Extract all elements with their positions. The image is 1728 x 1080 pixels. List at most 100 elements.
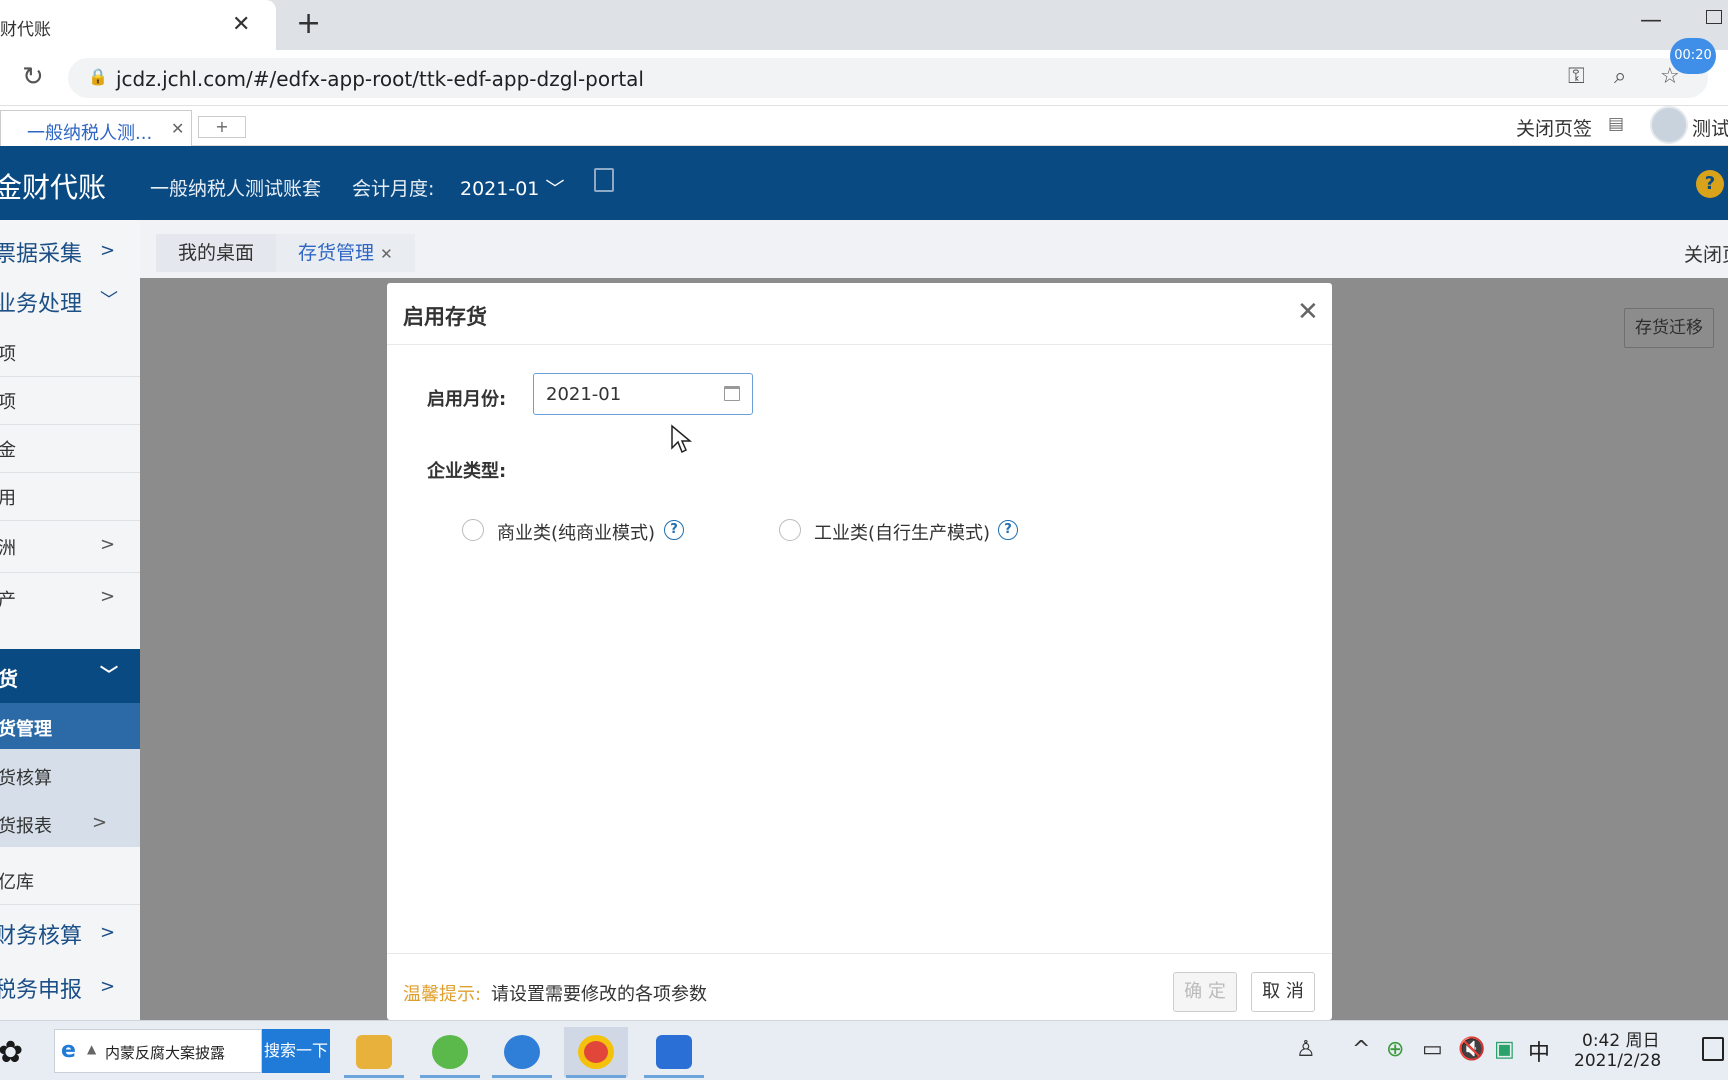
sidebar-item-label: 业务处理: [0, 292, 83, 317]
minimize-icon[interactable]: —: [1640, 8, 1662, 33]
search-button[interactable]: 搜索一下: [262, 1029, 330, 1073]
taskbar-messenger[interactable]: [490, 1027, 554, 1078]
clock-date[interactable]: 2021/2/28: [1574, 1051, 1661, 1071]
content-tabs-bar: 我的桌面 存货管理 ✕ 关闭页: [140, 220, 1728, 278]
taskbar-explorer[interactable]: [342, 1027, 406, 1078]
tip-text: 请设置需要修改的各项参数: [491, 984, 707, 1005]
sidebar-subitem-inventory-reports[interactable]: 货报表 >: [0, 800, 140, 846]
close-tabs-button[interactable]: 关闭页签: [1516, 114, 1592, 141]
sidebar-item-finance[interactable]: 财务核算 >: [0, 910, 140, 958]
avatar[interactable]: [1650, 106, 1688, 144]
mute-icon[interactable]: 🔇: [1458, 1037, 1485, 1062]
sidebar-subitem[interactable]: 用: [0, 472, 140, 520]
period-value: 2021-01: [460, 178, 540, 200]
taskbar: ✿ e ▲ 内蒙反腐大案披露 搜索一下 ♙ ^ ⊕ ▭ 🔇 ▣ 中 0:42 周…: [0, 1020, 1728, 1080]
taskbar-ie[interactable]: [418, 1027, 482, 1078]
sidebar-item-tax[interactable]: 税务申报 >: [0, 964, 140, 1012]
sidebar-item-business[interactable]: 业务处理 ﹀: [0, 282, 140, 324]
wps-icon: [656, 1035, 692, 1069]
calendar-icon[interactable]: [724, 386, 740, 401]
ime-indicator[interactable]: 中: [1528, 1035, 1550, 1067]
sidebar-item-label: 货管理: [0, 719, 52, 740]
document-icon[interactable]: [594, 168, 614, 192]
close-icon[interactable]: ✕: [171, 119, 184, 138]
sidebar-item-label: 货: [0, 667, 18, 691]
close-icon[interactable]: ✕: [380, 245, 393, 263]
sidebar-item-label: 洲: [0, 538, 16, 559]
security-icon[interactable]: ⊕: [1386, 1037, 1404, 1062]
briefcase-icon[interactable]: ▤: [1608, 114, 1624, 134]
industrial-radio[interactable]: [779, 519, 801, 541]
sidebar-subitem[interactable]: 洲 >: [0, 520, 140, 572]
close-page-button[interactable]: 关闭页: [1684, 240, 1728, 267]
industrial-label[interactable]: 工业类(自行生产模式): [814, 519, 990, 545]
close-icon[interactable]: ✕: [1297, 297, 1319, 327]
help-icon[interactable]: ?: [1696, 170, 1724, 198]
tip-label: 温馨提示:: [403, 984, 482, 1005]
chevron-right-icon: >: [100, 534, 116, 555]
zoom-icon[interactable]: ⌕: [1614, 64, 1626, 89]
sidebar-item-label: 金: [0, 440, 16, 461]
divider: [0, 904, 140, 905]
sidebar-item-label: 货核算: [0, 768, 52, 789]
tab-desktop[interactable]: 我的桌面: [156, 234, 277, 272]
running-indicator: [566, 1075, 626, 1078]
sidebar-item-label: 财务核算: [0, 924, 83, 949]
help-circle-icon[interactable]: ?: [664, 520, 684, 540]
confirm-button[interactable]: 确 定: [1173, 972, 1237, 1012]
key-icon[interactable]: ⚿: [1568, 64, 1585, 89]
enable-inventory-dialog: 启用存货 ✕ 启用月份: 2021-01 企业类型: 商业类(纯商业模式) ? …: [387, 283, 1332, 1020]
sidebar-item-label: 用: [0, 488, 16, 509]
sidebar-item-label: 项: [0, 392, 16, 413]
notification-icon[interactable]: [1702, 1037, 1724, 1061]
account-selector[interactable]: 一般纳税人测试账套: [150, 174, 321, 201]
start-month-value: 2021-01: [546, 384, 622, 405]
period-selector[interactable]: 2021-01 ﹀: [460, 174, 564, 201]
input-method-icon[interactable]: ▣: [1494, 1037, 1515, 1062]
sidebar-item-receipt-collection[interactable]: 票据采集 >: [0, 232, 140, 272]
sidebar-subitem-warehouse[interactable]: 亿库: [0, 854, 140, 902]
help-circle-icon[interactable]: ?: [998, 520, 1018, 540]
lock-icon[interactable]: 🔒: [88, 67, 108, 86]
new-tab-button[interactable]: +: [296, 8, 321, 40]
browser-titlebar: 财代账 ✕ + —: [0, 0, 1728, 50]
commercial-radio[interactable]: [462, 519, 484, 541]
tab-inventory-management[interactable]: 存货管理 ✕: [276, 234, 415, 272]
browser-tab[interactable]: 财代账 ✕: [0, 0, 276, 50]
clock-time[interactable]: 0:42 周日: [1582, 1026, 1660, 1051]
start-month-picker[interactable]: 2021-01: [533, 373, 753, 415]
people-icon[interactable]: ♙: [1296, 1037, 1316, 1062]
url-field[interactable]: 🔒 jcdz.jchl.com/#/edfx-app-root/ttk-edf-…: [68, 58, 1708, 98]
commercial-label[interactable]: 商业类(纯商业模式): [497, 519, 655, 545]
taskbar-search[interactable]: e ▲ 内蒙反腐大案披露: [54, 1029, 262, 1073]
restore-icon[interactable]: [1706, 10, 1722, 24]
record-timer-badge: 00:20: [1670, 38, 1716, 74]
sidebar-subitem[interactable]: 金: [0, 424, 140, 472]
sidebar-subitem[interactable]: 产 >: [0, 572, 140, 626]
sidebar-item-label: 项: [0, 344, 16, 365]
start-icon[interactable]: ✿: [0, 1035, 23, 1070]
battery-icon[interactable]: ▭: [1422, 1037, 1443, 1062]
close-icon[interactable]: ✕: [232, 12, 250, 37]
taskbar-chrome[interactable]: [564, 1027, 628, 1078]
sidebar-subitem-inventory-accounting[interactable]: 货核算: [0, 752, 140, 796]
add-tab-button[interactable]: +: [198, 116, 246, 138]
sidebar-subitem-inventory-management[interactable]: 货管理: [0, 703, 140, 749]
triangle-icon: ▲: [87, 1042, 97, 1056]
app-header: 金财代账 一般纳税人测试账套 会计月度: 2021-01 ﹀ ?: [0, 146, 1728, 220]
portal-tab[interactable]: 一般纳税人测... ✕: [0, 110, 192, 146]
reload-icon[interactable]: ↻: [22, 62, 44, 92]
sidebar-subitem[interactable]: 项: [0, 376, 140, 424]
running-indicator: [344, 1075, 404, 1078]
sidebar-subitem[interactable]: 项: [0, 328, 140, 376]
brand-logo: 金财代账: [0, 171, 107, 204]
sidebar-item-inventory[interactable]: 货 ﹀: [0, 649, 140, 703]
chevron-up-icon[interactable]: ^: [1352, 1037, 1370, 1062]
start-month-label: 启用月份:: [427, 389, 507, 410]
dialog-title: 启用存货: [403, 305, 487, 329]
taskbar-wps[interactable]: [642, 1027, 706, 1078]
url-text: jcdz.jchl.com/#/edfx-app-root/ttk-edf-ap…: [116, 67, 644, 91]
chevron-right-icon: >: [100, 586, 116, 607]
username[interactable]: 测试: [1692, 114, 1728, 141]
cancel-button[interactable]: 取 消: [1251, 972, 1315, 1012]
